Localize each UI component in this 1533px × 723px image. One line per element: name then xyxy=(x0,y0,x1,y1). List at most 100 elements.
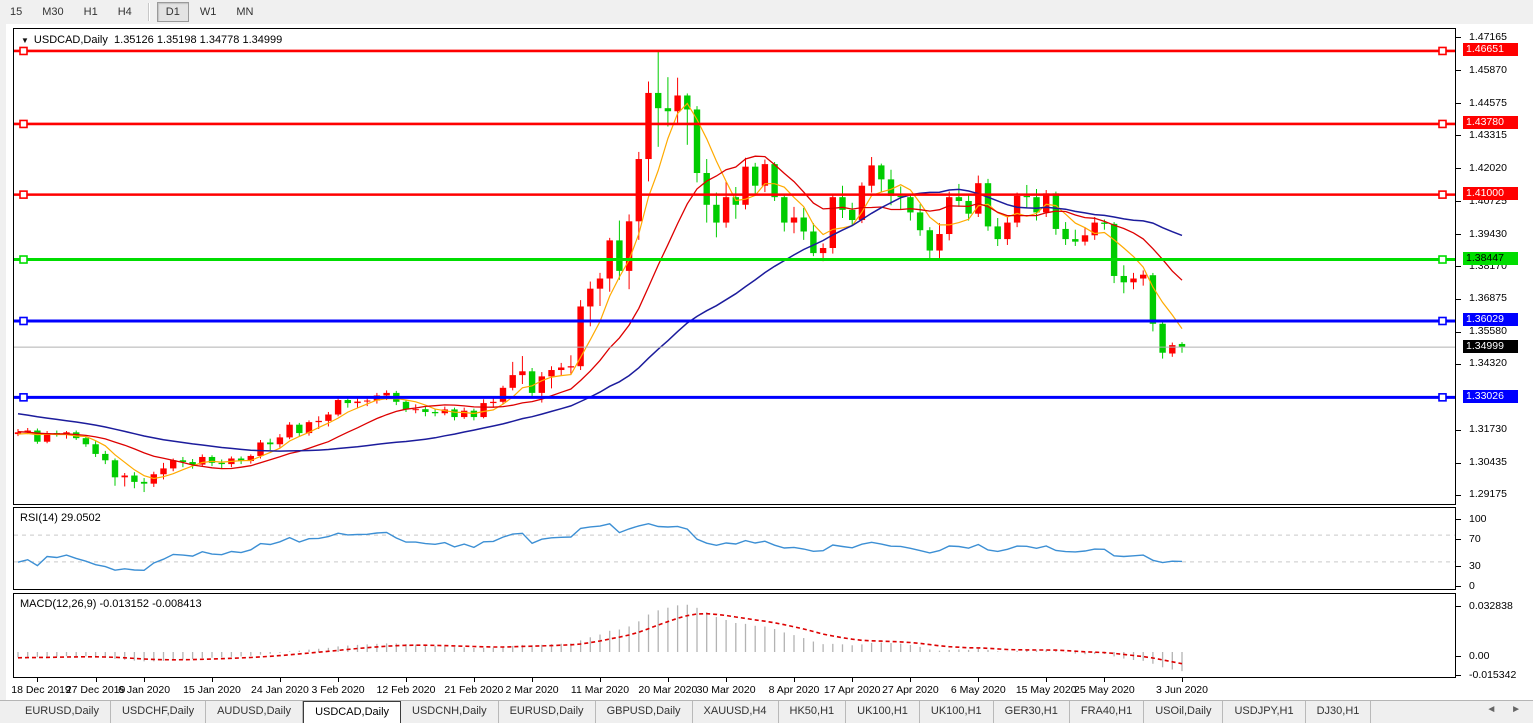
price-tick-label: 1.31730 xyxy=(1469,423,1507,435)
price-tick-label: 1.29175 xyxy=(1469,488,1507,500)
price-tick-label: 1.36875 xyxy=(1469,292,1507,304)
date-axis[interactable]: 18 Dec 201927 Dec 20196 Jan 202015 Jan 2… xyxy=(13,678,1456,700)
macd-indicator-label: MACD(12,26,9) -0.013152 -0.008413 xyxy=(20,598,202,610)
chart-tab-usdcad[interactable]: USDCAD,Daily xyxy=(303,701,401,723)
macd-tick xyxy=(1456,656,1461,657)
date-label: 12 Feb 2020 xyxy=(377,684,436,696)
rsi-panel[interactable]: RSI(14) 29.0502 xyxy=(13,507,1456,590)
timeframe-button-mn[interactable]: MN xyxy=(227,2,262,22)
timeframe-button-d1[interactable]: D1 xyxy=(157,2,189,22)
date-label: 3 Feb 2020 xyxy=(312,684,365,696)
date-label: 24 Jan 2020 xyxy=(251,684,309,696)
chart-tab-usdcnh[interactable]: USDCNH,Daily xyxy=(401,701,499,723)
chart-tab-ger30[interactable]: GER30,H1 xyxy=(994,701,1070,723)
candles-layer xyxy=(15,50,1185,492)
symbol-label: USDCAD,Daily xyxy=(34,34,108,46)
date-label: 25 May 2020 xyxy=(1074,684,1135,696)
date-label: 27 Dec 2019 xyxy=(66,684,126,696)
date-label: 17 Apr 2020 xyxy=(824,684,881,696)
chevron-down-icon[interactable]: ▼ xyxy=(21,36,29,45)
horizontal-level-line[interactable] xyxy=(14,317,1455,324)
price-tick-label: 1.43315 xyxy=(1469,129,1507,141)
level-price-label: 1.43780 xyxy=(1463,116,1518,129)
timeframe-toolbar: 15M30H1H4 D1W1MN xyxy=(0,0,1533,25)
macd-histogram xyxy=(18,605,1182,671)
timeframe-button-w1[interactable]: W1 xyxy=(191,2,226,22)
price-tick xyxy=(1456,37,1461,38)
price-tick-label: 1.45870 xyxy=(1469,64,1507,76)
date-label: 30 Mar 2020 xyxy=(697,684,756,696)
macd-panel[interactable]: MACD(12,26,9) -0.013152 -0.008413 xyxy=(13,593,1456,678)
date-tick xyxy=(474,678,475,682)
price-tick-label: 1.30435 xyxy=(1469,456,1507,468)
rsi-tick-label: 0 xyxy=(1469,580,1475,592)
level-price-label: 1.46651 xyxy=(1463,43,1518,56)
chart-tab-usdchf[interactable]: USDCHF,Daily xyxy=(111,701,206,723)
chart-tab-hk50[interactable]: HK50,H1 xyxy=(779,701,847,723)
symbol-quote-line: ▼USDCAD,Daily 1.35126 1.35198 1.34778 1.… xyxy=(21,34,282,46)
price-axis[interactable]: 1.471651.458701.445751.433151.420201.407… xyxy=(1456,28,1533,700)
date-tick xyxy=(406,678,407,682)
date-label: 20 Mar 2020 xyxy=(638,684,697,696)
macd-tick xyxy=(1456,675,1461,676)
date-tick xyxy=(978,678,979,682)
price-tick xyxy=(1456,299,1461,300)
timeframe-button-h4[interactable]: H4 xyxy=(109,2,141,22)
price-tick-label: 1.47165 xyxy=(1469,31,1507,43)
macd-canvas[interactable] xyxy=(14,594,1455,677)
price-tick xyxy=(1456,495,1461,496)
price-tick xyxy=(1456,430,1461,431)
date-tick xyxy=(726,678,727,682)
rsi-canvas[interactable] xyxy=(14,508,1455,589)
date-label: 15 Jan 2020 xyxy=(183,684,241,696)
date-label: 8 Apr 2020 xyxy=(769,684,820,696)
price-tick xyxy=(1456,463,1461,464)
rsi-tick-label: 70 xyxy=(1469,533,1481,545)
chart-tab-audusd[interactable]: AUDUSD,Daily xyxy=(206,701,303,723)
chart-tab-gbpusd[interactable]: GBPUSD,Daily xyxy=(596,701,693,723)
date-tick xyxy=(600,678,601,682)
timeframe-button-h1[interactable]: H1 xyxy=(75,2,107,22)
price-tick-label: 1.34320 xyxy=(1469,357,1507,369)
macd-tick-label: 0.00 xyxy=(1469,650,1489,662)
date-label: 2 Mar 2020 xyxy=(506,684,559,696)
date-tick xyxy=(532,678,533,682)
macd-tick-label: -0.015342 xyxy=(1469,669,1516,681)
date-tick xyxy=(37,678,38,682)
chart-tab-usoil[interactable]: USOil,Daily xyxy=(1144,701,1223,723)
level-price-label: 1.33026 xyxy=(1463,390,1518,403)
horizontal-level-line[interactable] xyxy=(14,120,1455,127)
price-tick-label: 1.44575 xyxy=(1469,97,1507,109)
tab-scroll-arrows[interactable]: ◄ ► xyxy=(1486,704,1527,715)
date-tick xyxy=(212,678,213,682)
horizontal-level-line[interactable] xyxy=(14,394,1455,401)
chart-tab-eurusd[interactable]: EURUSD,Daily xyxy=(499,701,596,723)
rsi-line xyxy=(18,524,1182,571)
price-tick xyxy=(1456,135,1461,136)
chart-tab-fra40[interactable]: FRA40,H1 xyxy=(1070,701,1144,723)
horizontal-level-line[interactable] xyxy=(14,47,1455,54)
timeframe-button-15[interactable]: 15 xyxy=(1,2,31,22)
current-price-label: 1.34999 xyxy=(1463,340,1518,353)
chart-tab-uk100[interactable]: UK100,H1 xyxy=(846,701,920,723)
date-label: 3 Jun 2020 xyxy=(1156,684,1208,696)
horizontal-level-line[interactable] xyxy=(14,256,1455,263)
chart-tab-eurusd[interactable]: EURUSD,Daily xyxy=(14,701,111,723)
price-tick xyxy=(1456,364,1461,365)
rsi-tick xyxy=(1456,566,1461,567)
main-chart-panel[interactable]: ▼USDCAD,Daily 1.35126 1.35198 1.34778 1.… xyxy=(13,28,1456,505)
date-tick xyxy=(1046,678,1047,682)
date-label: 27 Apr 2020 xyxy=(882,684,939,696)
date-label: 6 May 2020 xyxy=(951,684,1006,696)
date-tick xyxy=(280,678,281,682)
price-tick xyxy=(1456,234,1461,235)
chart-tab-uk100[interactable]: UK100,H1 xyxy=(920,701,994,723)
price-chart-canvas[interactable] xyxy=(14,29,1455,504)
timeframe-button-m30[interactable]: M30 xyxy=(33,2,72,22)
macd-tick-label: 0.032838 xyxy=(1469,600,1513,612)
date-label: 11 Mar 2020 xyxy=(571,684,629,696)
chart-tab-usdjpy[interactable]: USDJPY,H1 xyxy=(1223,701,1305,723)
chart-tab-dj30[interactable]: DJ30,H1 xyxy=(1306,701,1372,723)
chart-tab-xauusd[interactable]: XAUUSD,H4 xyxy=(693,701,779,723)
chart-tab-bar: EURUSD,DailyUSDCHF,DailyAUDUSD,DailyUSDC… xyxy=(0,700,1533,723)
